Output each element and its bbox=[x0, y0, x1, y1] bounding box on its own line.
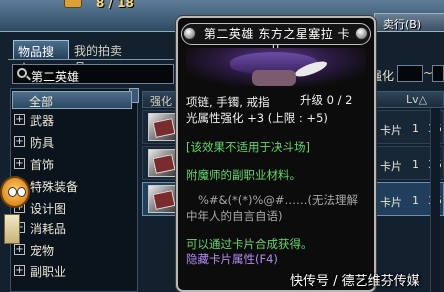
tab-item-search[interactable]: 物品搜索 bbox=[13, 40, 69, 76]
expand-plus-icon[interactable] bbox=[14, 114, 25, 125]
right-orb-icon bbox=[355, 27, 368, 40]
row-item-name: 卡片 bbox=[380, 196, 402, 209]
coin-icon bbox=[64, 0, 82, 8]
window-title: 卖行(B) bbox=[374, 13, 444, 32]
category-item[interactable]: 消耗品 bbox=[12, 219, 132, 237]
top-counter: 8 / 18 bbox=[96, 0, 134, 10]
hidden-card-attribute-toggle[interactable]: 隐藏卡片属性(F4) bbox=[186, 252, 278, 266]
category-label: 消耗品 bbox=[30, 222, 67, 236]
left-orb-icon bbox=[183, 27, 196, 40]
expand-plus-icon[interactable] bbox=[14, 158, 25, 169]
column-strengthen[interactable]: 强化 bbox=[150, 93, 172, 109]
strengthen-max-input[interactable] bbox=[432, 65, 444, 82]
expand-plus-icon[interactable] bbox=[14, 244, 25, 255]
category-label: 特殊装备 bbox=[30, 180, 79, 194]
strengthen-min-input[interactable] bbox=[397, 65, 423, 82]
expand-plus-icon[interactable] bbox=[14, 136, 25, 147]
row-level: 1 bbox=[412, 122, 419, 135]
category-label: 宠物 bbox=[30, 244, 55, 258]
category-item[interactable]: 首饰 bbox=[12, 155, 132, 173]
row-item-name: 卡片 bbox=[380, 124, 402, 137]
tab-divider bbox=[8, 59, 174, 60]
category-item[interactable]: 宠物 bbox=[12, 241, 132, 259]
row-level: 1 bbox=[412, 158, 419, 171]
category-item[interactable]: 特殊装备 bbox=[12, 177, 132, 195]
tab-my-auctions[interactable]: 我的拍卖品 bbox=[70, 40, 136, 75]
category-item[interactable]: 设计图 bbox=[12, 199, 132, 217]
tooltip-line: 可以通过卡片合成获得。 bbox=[186, 237, 313, 251]
category-label: 设计图 bbox=[30, 202, 67, 216]
mascot-icon[interactable] bbox=[0, 176, 30, 208]
tooltip-line: 附魔师的副职业材料。 bbox=[186, 168, 301, 182]
category-item[interactable]: 副职业 bbox=[12, 262, 132, 280]
category-label: 武器 bbox=[30, 114, 55, 128]
tooltip-line: [该效果不适用于决斗场] bbox=[186, 140, 310, 154]
category-label: 防具 bbox=[30, 136, 55, 150]
table-scrollbar[interactable] bbox=[430, 108, 440, 292]
tooltip-line: 光属性强化 +3 (上限 : +5) bbox=[186, 111, 328, 125]
card-artwork bbox=[186, 48, 366, 86]
category-label: 全部 bbox=[29, 95, 54, 109]
tooltip-line: 项链, 手镯, 戒指 bbox=[186, 95, 270, 109]
category-label: 副职业 bbox=[30, 265, 67, 279]
category-item[interactable]: 全部 bbox=[12, 91, 132, 109]
scroll-item-icon bbox=[4, 214, 20, 244]
category-item[interactable]: 防具 bbox=[12, 133, 132, 151]
tooltip-line: 升级 0 / 2 bbox=[300, 93, 353, 107]
item-thumbnail[interactable] bbox=[148, 113, 178, 141]
row-item-name: 卡片 bbox=[380, 160, 402, 173]
tooltip-line: %#&(*(*)%@#……(无法理解 bbox=[198, 193, 359, 207]
search-icon[interactable] bbox=[17, 68, 27, 78]
category-label: 首饰 bbox=[30, 158, 55, 172]
expand-plus-icon[interactable] bbox=[14, 265, 25, 276]
face-shape bbox=[252, 70, 296, 86]
category-item[interactable]: 武器 bbox=[12, 111, 132, 129]
item-thumbnail[interactable] bbox=[148, 149, 178, 177]
watermark: 快传号 / 德艺维芬传媒 bbox=[290, 274, 420, 289]
column-level[interactable]: Lv△ bbox=[406, 93, 427, 106]
row-level: 1 bbox=[412, 194, 419, 207]
search-input[interactable]: 第二英雄 bbox=[12, 64, 174, 84]
item-thumbnail[interactable] bbox=[148, 185, 178, 213]
tooltip-line: 中年人的自言自语) bbox=[186, 209, 283, 223]
